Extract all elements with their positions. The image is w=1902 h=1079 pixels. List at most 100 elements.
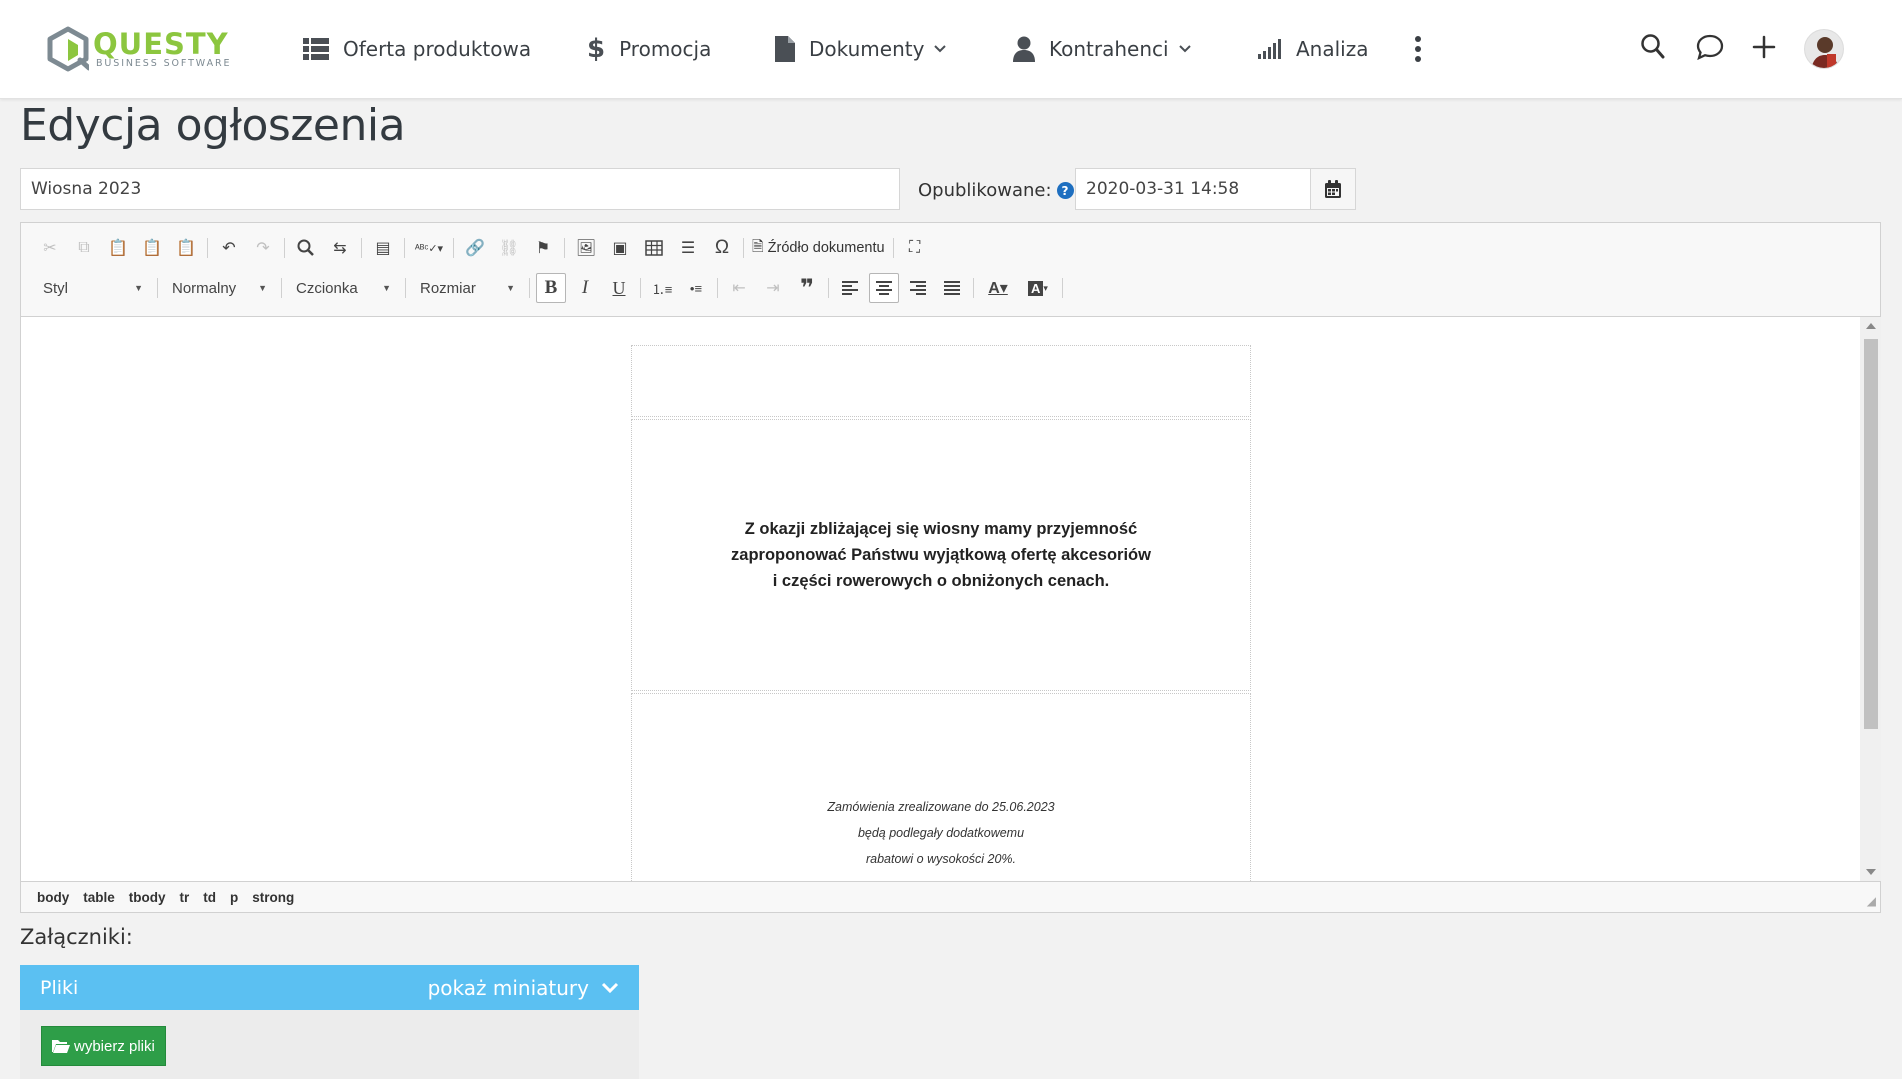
italic-icon[interactable]: I [570,273,600,303]
page-title: Edycja ogłoszenia [20,100,406,151]
nav-kontrahenci[interactable]: Kontrahenci [1013,31,1191,67]
table-cell-main-text[interactable]: Z okazji zbliżającej się wiosny mamy prz… [631,419,1251,691]
table-icon[interactable] [639,233,669,263]
path-crumb-strong[interactable]: strong [252,890,294,905]
published-label-text: Opublikowane: [918,180,1052,201]
paste-text-icon[interactable]: 📋 [137,233,167,263]
spellcheck-icon[interactable]: ᴬᴮᶜ✓▾ [411,233,447,263]
editor-toolbar-row-2: Styl ▼ Normalny ▼ Czcionka ▼ Rozmiar ▼ B… [21,271,1067,305]
cut-icon[interactable]: ✂ [35,233,65,263]
scrollbar-thumb[interactable] [1864,339,1878,729]
toolbar-separator [973,278,974,298]
size-combo-label: Rozmiar [420,279,476,297]
source-button[interactable]: 🗎 Źródło dokumentu [748,233,889,263]
resize-handle-icon[interactable]: ◢ [1867,894,1876,908]
path-crumb-tbody[interactable]: tbody [129,890,166,905]
questy-logo[interactable]: QUESTY BUSINESS SOFTWARE [47,26,231,72]
blockquote-icon[interactable]: ❞ [792,273,822,303]
more-vertical-icon[interactable] [1414,36,1422,67]
unlink-icon[interactable]: ⛓ [494,233,524,263]
path-crumb-p[interactable]: p [230,890,238,905]
undo-icon[interactable]: ↶ [214,233,244,263]
style-combo-label: Styl [43,279,69,297]
numbered-list-icon[interactable]: ⒈≡ [647,273,677,303]
choose-files-button[interactable]: wybierz pliki [41,1026,166,1066]
redo-icon[interactable]: ↷ [248,233,278,263]
find-icon[interactable] [291,233,321,263]
note-line: Zamówienia zrealizowane do 25.06.2023 [827,800,1055,814]
align-right-icon[interactable] [903,273,933,303]
published-date-input[interactable] [1075,168,1310,210]
outdent-icon[interactable]: ⇤ [724,273,754,303]
show-thumbnails-toggle[interactable]: pokaż miniatury [428,976,619,1000]
published-label: Opublikowane: ? [918,180,1074,201]
nav-dokumenty[interactable]: Dokumenty [775,31,947,67]
flash-icon[interactable]: ▣ [605,233,635,263]
attachments-panel-header: Pliki pokaż miniatury [20,965,639,1010]
scroll-up-arrow-icon[interactable] [1866,323,1876,329]
toolbar-separator [157,278,158,298]
maximize-icon[interactable]: ⛶ [900,233,930,263]
avatar[interactable] [1804,29,1844,69]
link-icon[interactable]: 🔗 [460,233,490,263]
main-paragraph: Z okazji zbliżającej się wiosny mamy prz… [731,516,1151,594]
toolbar-separator [361,238,362,258]
chat-icon[interactable] [1696,34,1724,65]
top-navbar: QUESTY BUSINESS SOFTWARE Oferta produkto… [0,0,1902,99]
path-crumb-body[interactable]: body [37,890,69,905]
logo-name: QUESTY [93,27,229,61]
path-crumb-td[interactable]: td [203,890,216,905]
format-combo-label: Normalny [172,279,237,297]
size-combo[interactable]: Rozmiar ▼ [410,275,525,301]
attachments-panel: Pliki pokaż miniatury wybierz pliki [20,965,639,1079]
nav-label: Dokumenty [809,37,925,61]
font-combo[interactable]: Czcionka ▼ [286,275,401,301]
main-line: Z okazji zbliżającej się wiosny mamy prz… [744,520,1138,538]
horizontal-rule-icon[interactable]: ☰ [673,233,703,263]
image-icon[interactable]: 🖼 [571,233,601,263]
underline-icon[interactable]: U [604,273,634,303]
replace-icon[interactable]: ⇆ [325,233,355,263]
search-icon[interactable] [1641,34,1665,65]
paste-word-icon[interactable]: 📋 [171,233,201,263]
format-combo[interactable]: Normalny ▼ [162,275,277,301]
nav-label: Oferta produktowa [343,37,532,61]
help-icon[interactable]: ? [1056,182,1074,199]
nav-oferta-produktowa[interactable]: Oferta produktowa [303,31,531,67]
align-justify-icon[interactable] [937,273,967,303]
align-center-icon[interactable] [869,273,899,303]
path-crumb-tr[interactable]: tr [180,890,190,905]
editor-scrollbar[interactable] [1860,316,1881,881]
indent-icon[interactable]: ⇥ [758,273,788,303]
source-icon: 🗎 [752,238,764,255]
table-cell-note[interactable]: Zamówienia zrealizowane do 25.06.2023 bę… [631,693,1251,881]
caret-down-icon: ▼ [258,283,267,293]
select-all-icon[interactable]: ▤ [368,233,398,263]
paste-icon[interactable]: 📋 [103,233,133,263]
bulleted-list-icon[interactable]: •≡ [681,273,711,303]
announcement-name-input[interactable] [20,168,900,210]
path-crumb-table[interactable]: table [83,890,115,905]
editor-content-area[interactable]: Z okazji zbliżającej się wiosny mamy prz… [21,316,1860,881]
style-combo[interactable]: Styl ▼ [33,275,153,301]
special-char-omega-icon[interactable]: Ω [707,233,737,263]
toolbar-separator [453,238,454,258]
text-color-icon[interactable]: A▾ [980,273,1016,303]
toolbar-separator [743,238,744,258]
align-left-icon[interactable] [835,273,865,303]
logo-subtitle: BUSINESS SOFTWARE [96,58,232,69]
rich-text-editor: ✂ ⧉ 📋 📋 📋 ↶ ↷ ⇆ ▤ ᴬᴮᶜ✓▾ 🔗 ⛓ ⚑ 🖼 ▣ ☰ Ω 🗎 … [20,222,1881,913]
nav-label: Analiza [1296,37,1369,61]
table-cell-empty[interactable] [631,345,1251,417]
calendar-button[interactable] [1310,168,1356,210]
nav-analiza[interactable]: Analiza [1258,31,1368,67]
bold-icon[interactable]: B [536,273,566,303]
plus-icon[interactable] [1752,34,1776,65]
scroll-down-arrow-icon[interactable] [1866,869,1876,875]
toolbar-separator [892,238,894,258]
list-icon [303,38,329,60]
nav-promocja[interactable]: $ Promocja [587,31,711,67]
copy-icon[interactable]: ⧉ [69,233,99,263]
background-color-icon[interactable]: A ▾ [1020,273,1056,303]
anchor-flag-icon[interactable]: ⚑ [528,233,558,263]
